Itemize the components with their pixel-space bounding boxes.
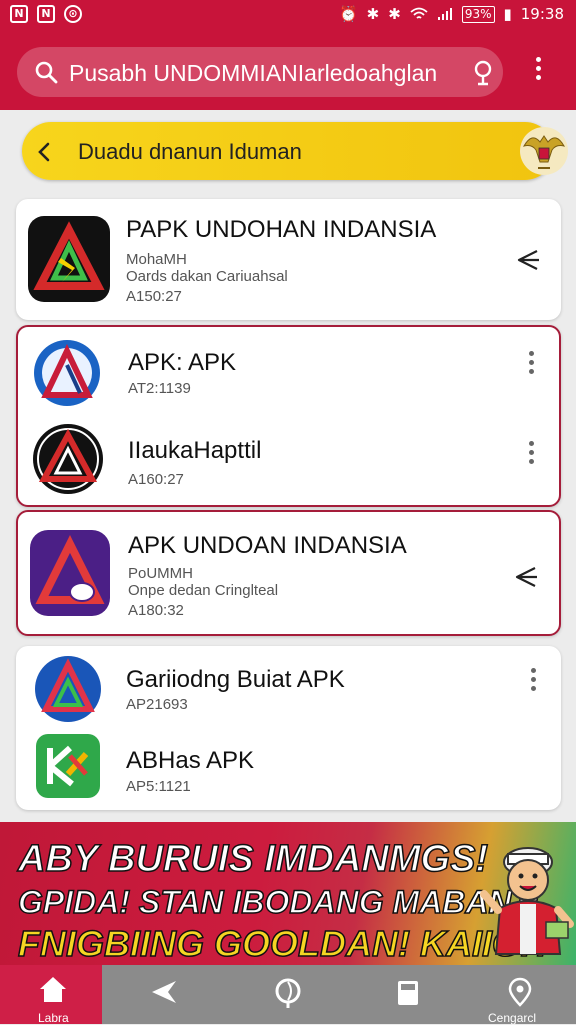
library-icon: [398, 981, 418, 1005]
app-name: Gariiodng Buiat APK: [126, 666, 345, 693]
app-item[interactable]: PAPK UNDOHAN INDANSIA MohaMH Oards dakan…: [16, 199, 561, 320]
nav-profile[interactable]: Cengarcl: [468, 965, 576, 1025]
promo-headline: ABY BURUIS IMDANMGS!: [17, 837, 489, 881]
app-logo-icon: [34, 340, 100, 406]
bluetooth-icon: ✱: [366, 5, 380, 23]
back-chevron-icon[interactable]: [34, 141, 56, 163]
app-meta: AT2:1139: [128, 380, 191, 397]
app-logo-icon: [36, 734, 100, 798]
nav-back[interactable]: [102, 965, 220, 1024]
app-logo-icon: [30, 530, 110, 616]
home-icon: [40, 977, 66, 1002]
app-logo-icon: [33, 424, 103, 494]
app-name: APK: APK: [128, 349, 237, 376]
mascot-illustration: [480, 847, 574, 955]
app-meta: AP21693: [126, 696, 188, 713]
clock: 19:38: [520, 5, 564, 23]
battery-indicator: 93%: [461, 5, 495, 23]
search-bar[interactable]: Pusabh UNDOMMIANIarledoahglan: [17, 47, 503, 97]
voice-search-icon[interactable]: [473, 60, 493, 86]
more-options-icon[interactable]: [529, 668, 537, 696]
app-card[interactable]: Gariiodng Buiat APK AP21693 ABHas APK AP…: [16, 646, 561, 810]
app-name: ABHas APK: [126, 747, 255, 774]
search-icon[interactable]: [34, 60, 58, 84]
bluetooth-icon-2: ✱: [388, 5, 401, 23]
app-name: APK UNDOAN INDANSIA: [128, 532, 407, 559]
nav-discover[interactable]: [230, 965, 348, 1024]
nav-home[interactable]: Labra: [0, 965, 102, 1025]
app-subtitle: MohaMH: [126, 251, 187, 268]
app-description: Onpe dedan Cringlteal: [128, 582, 279, 599]
alarm-icon: ⏰: [338, 5, 358, 23]
app-item[interactable]: ABHas APK AP5:1121: [16, 728, 561, 810]
share-icon[interactable]: [513, 564, 539, 590]
overflow-menu-icon[interactable]: [528, 57, 548, 87]
back-triangle-icon: [152, 981, 176, 1003]
app-card-selected[interactable]: APK: APK AT2:1139 IIaukaHapttil A160:27: [16, 325, 561, 507]
discover-icon: [275, 978, 301, 1008]
app-item[interactable]: IIaukaHapttil A160:27: [18, 417, 559, 507]
nav-library[interactable]: [350, 965, 468, 1024]
category-banner[interactable]: Duadu dnanun Iduman: [22, 122, 568, 180]
notification-icon-3: ⊙: [64, 5, 82, 23]
search-input[interactable]: Pusabh UNDOMMIANIarledoahglan: [69, 60, 469, 87]
promo-banner[interactable]: ABY BURUIS IMDANMGS! GPIDA! STAN IBODANG…: [0, 822, 576, 965]
app-logo-icon: [28, 216, 110, 302]
app-meta: A180:32: [128, 602, 184, 619]
app-logo-icon: [35, 656, 101, 722]
app-bar: Pusabh UNDOMMIANIarledoahglan: [0, 30, 576, 110]
banner-title: Duadu dnanun Iduman: [78, 139, 302, 164]
app-name: PAPK UNDOHAN INDANSIA: [126, 216, 437, 243]
app-name: IIaukaHapttil: [128, 437, 262, 464]
app-description: Oards dakan Cariuahsal: [126, 268, 288, 285]
garuda-emblem-icon: [520, 127, 568, 175]
wifi-icon: [410, 7, 428, 19]
app-item[interactable]: APK: APK AT2:1139: [18, 327, 559, 417]
notification-icon-2: N: [37, 5, 55, 23]
location-pin-icon: [508, 977, 532, 1007]
share-icon[interactable]: [515, 247, 541, 273]
app-card-selected[interactable]: APK UNDOAN INDANSIA PoUMMH Onpe dedan Cr…: [16, 510, 561, 636]
app-meta: A150:27: [126, 288, 182, 305]
promo-tagline: FNIGBIING GOOLDAN! KAIIG!?: [17, 922, 554, 965]
status-bar: N N ⊙ ⏰ ✱ ✱ 93% ▮ 19:38: [0, 0, 576, 30]
more-options-icon[interactable]: [527, 441, 535, 469]
nav-profile-label: Cengarcl: [488, 1011, 537, 1025]
app-item[interactable]: APK UNDOAN INDANSIA PoUMMH Onpe dedan Cr…: [18, 512, 559, 634]
battery-icon: ▮: [503, 5, 512, 23]
notification-icon: N: [10, 5, 28, 23]
more-options-icon[interactable]: [527, 351, 535, 379]
app-subtitle: PoUMMH: [128, 565, 194, 582]
signal-icon: [437, 8, 452, 20]
bottom-navigation: Labra Cengarcl: [0, 965, 576, 1025]
promo-subheadline: GPIDA! STAN IBODANG MABANT:: [17, 883, 540, 921]
app-meta: AP5:1121: [126, 778, 191, 795]
app-meta: A160:27: [128, 471, 184, 488]
nav-home-label: Labra: [38, 1011, 69, 1025]
app-item[interactable]: Gariiodng Buiat APK AP21693: [16, 646, 561, 728]
app-card[interactable]: PAPK UNDOHAN INDANSIA MohaMH Oards dakan…: [16, 199, 561, 320]
